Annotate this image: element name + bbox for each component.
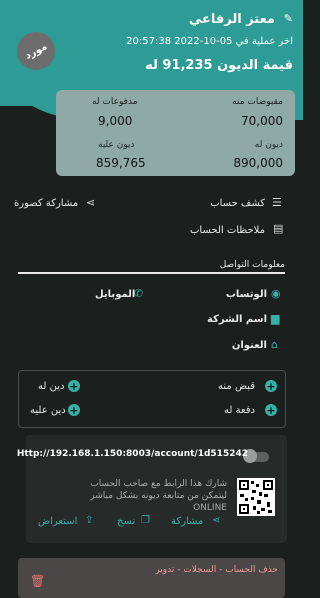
mobile-label[interactable]: الموبايل (95, 289, 135, 300)
debts-for-label: ديون له (254, 140, 283, 150)
preview-link-button[interactable]: استعراض (38, 516, 77, 527)
debts-on-value: 859,765 (96, 156, 146, 170)
payments-value: 9,000 (98, 114, 133, 128)
debts-for-value: 890,000 (233, 156, 283, 170)
preview-icon: ⇪ (85, 515, 94, 526)
whatsapp-label[interactable]: الوتساب (226, 289, 267, 300)
briefcase-icon: ▆ (271, 312, 280, 325)
receive-button[interactable]: قبض منه (218, 381, 255, 392)
stats-card: مقبوضات منه مدفوعات له 70,000 9,000 ديون… (56, 90, 295, 176)
trash-icon[interactable]: 🗑 (30, 574, 45, 588)
account-notes-button[interactable]: ملاحظات الحساب (190, 225, 265, 236)
plus-icon: + (68, 379, 80, 393)
phone-icon: ✆ (134, 287, 144, 300)
debt-on-button[interactable]: دين عليه (30, 405, 66, 416)
share-link-description: شارك هذا الرابط مع صاحب الحساب ليتمكن من… (90, 479, 227, 513)
debts-on-label: ديون عليه (98, 140, 135, 150)
address-label: العنوان (231, 340, 267, 351)
copy-icon: ❐ (141, 515, 150, 526)
divider (18, 272, 285, 274)
home-icon: ⌂ (271, 338, 278, 351)
actions-box (18, 370, 286, 428)
payments-label: مدفوعات له (92, 97, 138, 107)
share-icon: ⋖ (86, 196, 96, 209)
pay-button[interactable]: دفعة له (224, 405, 255, 416)
statement-button[interactable]: كشف حساب (210, 198, 265, 209)
last-operation: اخر عملية في 05-10-2022 20:57:38 (126, 36, 293, 47)
share-as-image-button[interactable]: مشاركة كصورة (14, 198, 78, 209)
plus-icon: + (68, 403, 80, 417)
copy-link-button[interactable]: نسخ (117, 516, 135, 527)
account-url[interactable]: Http://192.168.1.150:8003/account/1d5152… (17, 449, 248, 459)
debt-for-button[interactable]: دين له (38, 381, 64, 392)
received-label: مقبوضات منه (232, 97, 283, 107)
qr-code-graphic (239, 480, 273, 514)
account-name[interactable]: معتز الرفاعي (189, 12, 275, 27)
danger-card-title: حذف الحساب - السجلات - تدوير (155, 565, 278, 575)
qr-code (237, 478, 275, 516)
share-icon: ⋖ (212, 515, 221, 526)
list-icon: ☰ (272, 196, 282, 209)
plus-icon: + (265, 379, 277, 393)
contact-section-title: معلومات التواصل (219, 260, 285, 270)
share-link-button[interactable]: مشاركة (171, 516, 203, 527)
debt-value: قيمة الديون 91,235 له (145, 58, 293, 73)
company-label: اسم الشركة (206, 314, 267, 325)
edit-icon[interactable]: ✎ (284, 12, 293, 25)
plus-icon: + (265, 403, 277, 417)
whatsapp-icon: ◉ (271, 287, 281, 300)
received-value: 70,000 (241, 114, 283, 128)
note-icon: ▤ (273, 222, 284, 235)
danger-card (18, 558, 285, 598)
